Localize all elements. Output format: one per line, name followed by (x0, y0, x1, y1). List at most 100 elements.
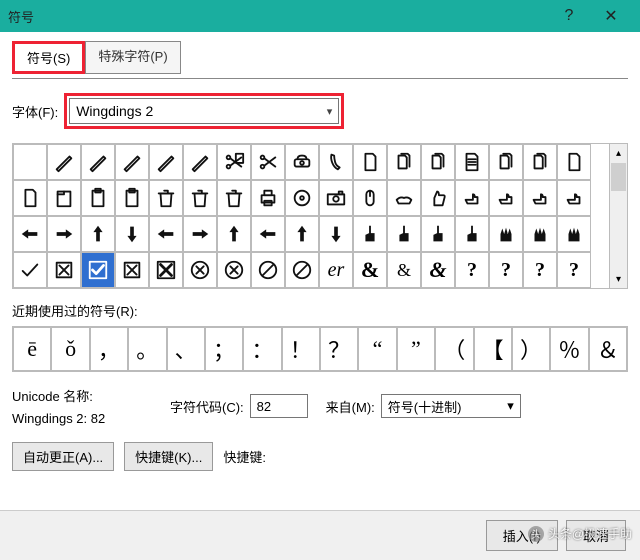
symbol-cell-doc[interactable] (557, 144, 591, 180)
symbol-cell-hand-open[interactable] (523, 216, 557, 252)
symbol-cell-scissors-doc[interactable] (217, 144, 251, 180)
symbol-cell-hand-open[interactable] (557, 216, 591, 252)
symbol-cell-hand-solid-u[interactable] (81, 216, 115, 252)
symbol-cell-hand-open[interactable] (489, 216, 523, 252)
symbol-cell-doc[interactable] (13, 180, 47, 216)
grid-scrollbar[interactable]: ▴ ▾ (609, 144, 627, 288)
symbol-cell-hand-solid-r[interactable] (183, 216, 217, 252)
symbol-cell-blank[interactable] (13, 144, 47, 180)
symbol-cell-mouse[interactable] (353, 180, 387, 216)
symbol-cell-pen[interactable] (81, 144, 115, 180)
recent-symbol[interactable]: ％ (550, 327, 588, 371)
cancel-button[interactable]: 取消 (566, 520, 626, 551)
symbol-cell-x-box-bold[interactable] (149, 252, 183, 288)
symbol-cell-hand-solid-l[interactable] (13, 216, 47, 252)
scroll-up-icon[interactable]: ▴ (610, 144, 627, 162)
symbol-cell-docs[interactable] (387, 144, 421, 180)
symbol-cell-finger-up[interactable] (387, 216, 421, 252)
symbol-cell-amp-sm[interactable]: & (387, 252, 421, 288)
symbol-cell-check-box[interactable] (81, 252, 115, 288)
symbol-cell-clipboard[interactable] (81, 180, 115, 216)
symbol-cell-trash[interactable] (149, 180, 183, 216)
symbol-cell-phone[interactable] (285, 144, 319, 180)
symbol-cell-doc-tab[interactable] (47, 180, 81, 216)
symbol-cell-docs[interactable] (421, 144, 455, 180)
symbol-cell-pen[interactable] (183, 144, 217, 180)
symbol-cell-finger-up[interactable] (455, 216, 489, 252)
symbol-cell-scissors[interactable] (251, 144, 285, 180)
symbol-cell-qmark[interactable]: ? (455, 252, 489, 288)
symbol-cell-clipboard[interactable] (115, 180, 149, 216)
symbol-cell-hand-point[interactable] (489, 180, 523, 216)
symbol-cell-hand-point[interactable] (455, 180, 489, 216)
recent-symbol[interactable]: ” (397, 327, 435, 371)
symbol-cell-trash[interactable] (217, 180, 251, 216)
recent-symbol[interactable]: ） (512, 327, 550, 371)
symbol-cell-finger-up[interactable] (421, 216, 455, 252)
recent-symbol[interactable]: ， (90, 327, 128, 371)
symbol-cell-docs[interactable] (489, 144, 523, 180)
symbol-cell-amp-script[interactable]: & (421, 252, 455, 288)
symbol-cell-doc[interactable] (353, 144, 387, 180)
symbol-cell-qmark[interactable]: ? (489, 252, 523, 288)
symbol-cell-pen[interactable] (47, 144, 81, 180)
symbol-cell-no[interactable] (251, 252, 285, 288)
symbol-cell-handset[interactable] (319, 144, 353, 180)
symbol-cell-circle-x[interactable] (183, 252, 217, 288)
char-code-input[interactable] (250, 394, 308, 418)
symbol-cell-hand-solid-d[interactable] (319, 216, 353, 252)
symbol-cell-docs[interactable] (523, 144, 557, 180)
symbol-cell-pen[interactable] (149, 144, 183, 180)
symbol-cell-check[interactable] (13, 252, 47, 288)
close-button[interactable]: ✕ (590, 0, 632, 32)
symbol-cell-hand-flat[interactable] (387, 180, 421, 216)
recent-symbol[interactable]: ； (205, 327, 243, 371)
symbol-cell-finger-up[interactable] (353, 216, 387, 252)
symbol-cell-amp[interactable]: & (353, 252, 387, 288)
from-dropdown[interactable]: 符号(十进制) ▾ (381, 394, 521, 418)
unicode-name-value: Wingdings 2: 82 (12, 411, 152, 426)
recent-symbol[interactable]: ？ (320, 327, 358, 371)
recent-symbol[interactable]: ： (243, 327, 281, 371)
symbol-cell-hand-point[interactable] (523, 180, 557, 216)
symbol-cell-doc-lines[interactable] (455, 144, 489, 180)
symbol-cell-hand-solid-l[interactable] (251, 216, 285, 252)
symbol-cell-disc[interactable] (285, 180, 319, 216)
symbol-cell-camera[interactable] (319, 180, 353, 216)
autocorrect-button[interactable]: 自动更正(A)... (12, 442, 114, 471)
recent-symbol[interactable]: 、 (167, 327, 205, 371)
symbol-cell-x-box[interactable] (47, 252, 81, 288)
recent-symbol[interactable]: ǒ (51, 327, 89, 371)
insert-button[interactable]: 插入(I) (486, 520, 558, 551)
symbol-cell-printer[interactable] (251, 180, 285, 216)
recent-symbol[interactable]: 【 (474, 327, 512, 371)
symbol-cell-trash[interactable] (183, 180, 217, 216)
recent-symbol[interactable]: 。 (128, 327, 166, 371)
symbol-cell-hand-solid-r[interactable] (47, 216, 81, 252)
font-dropdown[interactable]: Wingdings 2 ▾ (69, 98, 339, 124)
recent-symbol[interactable]: ＆ (589, 327, 627, 371)
scroll-down-icon[interactable]: ▾ (610, 270, 627, 288)
shortcut-key-button[interactable]: 快捷键(K)... (124, 442, 213, 471)
tab-special-chars[interactable]: 特殊字符(P) (85, 41, 180, 74)
symbol-cell-er[interactable]: er (319, 252, 353, 288)
help-button[interactable]: ? (548, 0, 590, 32)
symbol-cell-qmark[interactable]: ? (523, 252, 557, 288)
symbol-cell-hand-solid-l[interactable] (149, 216, 183, 252)
recent-symbol[interactable]: ē (13, 327, 51, 371)
symbol-cell-hand-solid-u[interactable] (285, 216, 319, 252)
symbol-cell-qmark[interactable]: ? (557, 252, 591, 288)
recent-symbol[interactable]: ！ (282, 327, 320, 371)
recent-symbol[interactable]: “ (358, 327, 396, 371)
recent-symbol[interactable]: （ (435, 327, 473, 371)
symbol-cell-hand-solid-u[interactable] (217, 216, 251, 252)
symbol-cell-hand-solid-d[interactable] (115, 216, 149, 252)
symbol-cell-thumb[interactable] (421, 180, 455, 216)
tab-symbols[interactable]: 符号(S) (12, 41, 85, 74)
symbol-cell-hand-point[interactable] (557, 180, 591, 216)
symbol-cell-pen[interactable] (115, 144, 149, 180)
symbol-cell-circle-x[interactable] (217, 252, 251, 288)
symbol-cell-no[interactable] (285, 252, 319, 288)
symbol-cell-x-box[interactable] (115, 252, 149, 288)
scroll-thumb[interactable] (611, 163, 626, 191)
